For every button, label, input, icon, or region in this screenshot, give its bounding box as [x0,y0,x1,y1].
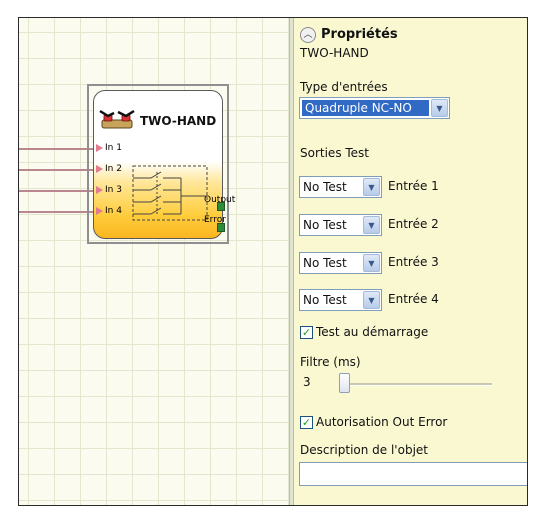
filter-slider-thumb[interactable] [339,373,350,393]
input-pin-3[interactable]: In 3 [96,185,122,195]
contact-schematic-icon [132,165,208,221]
input-arrow-icon [96,144,103,152]
input-pin-4[interactable]: In 4 [96,206,122,216]
description-input[interactable] [299,462,527,486]
chevron-down-icon[interactable]: ▼ [431,99,448,117]
chevron-down-icon[interactable]: ▼ [363,291,380,309]
block-title: TWO-HAND [140,114,217,128]
chevron-down-icon[interactable]: ▼ [363,254,380,272]
two-hand-block[interactable]: TWO-HAND In 1 In 2 In 3 In 4 Output Erro… [93,90,235,239]
error-out-label: Autorisation Out Error [316,415,448,429]
test-output-select-4[interactable]: No Test ▼ [299,289,382,311]
filter-label: Filtre (ms) [300,355,361,369]
description-label: Description de l'objet [300,443,428,457]
input-arrow-icon [96,186,103,194]
input-wire-4 [19,211,97,213]
panel-title: Propriétés [321,27,398,42]
schematic-canvas[interactable]: TWO-HAND In 1 In 2 In 3 In 4 Output Erro… [19,18,289,505]
filter-slider-track[interactable] [342,383,492,386]
input-arrow-icon [96,165,103,173]
properties-panel: ︿ Propriétés TWO-HAND Type d'entrées Qua… [294,18,527,505]
chevron-down-icon[interactable]: ▼ [363,216,380,234]
two-hand-control-icon [99,109,135,129]
error-port[interactable] [217,223,225,232]
test-output-label-4: Entrée 4 [388,292,439,306]
test-output-select-1[interactable]: No Test ▼ [299,176,382,198]
test-output-label-1: Entrée 1 [388,179,439,193]
test-output-label-3: Entrée 3 [388,255,439,269]
window-frame: TWO-HAND In 1 In 2 In 3 In 4 Output Erro… [18,17,528,506]
test-output-select-3[interactable]: No Test ▼ [299,252,382,274]
chevron-up-icon[interactable]: ︿ [300,27,316,43]
input-type-label: Type d'entrées [300,80,388,94]
chevron-down-icon[interactable]: ▼ [363,178,380,196]
test-output-label-2: Entrée 2 [388,217,439,231]
output-port[interactable] [217,202,225,211]
input-wire-3 [19,190,97,192]
object-name: TWO-HAND [300,46,369,60]
input-wire-1 [19,148,97,150]
input-arrow-icon [96,207,103,215]
error-out-checkbox[interactable]: ✓ [300,416,313,429]
input-wire-2 [19,169,97,171]
input-pin-1[interactable]: In 1 [96,143,122,153]
filter-value: 3 [303,375,311,389]
input-pin-2[interactable]: In 2 [96,164,122,174]
test-outputs-label: Sorties Test [300,146,370,160]
startup-test-label: Test au démarrage [316,325,429,339]
input-type-select[interactable]: Quadruple NC-NO ▼ [299,97,450,119]
startup-test-checkbox[interactable]: ✓ [300,326,313,339]
test-output-select-2[interactable]: No Test ▼ [299,214,382,236]
